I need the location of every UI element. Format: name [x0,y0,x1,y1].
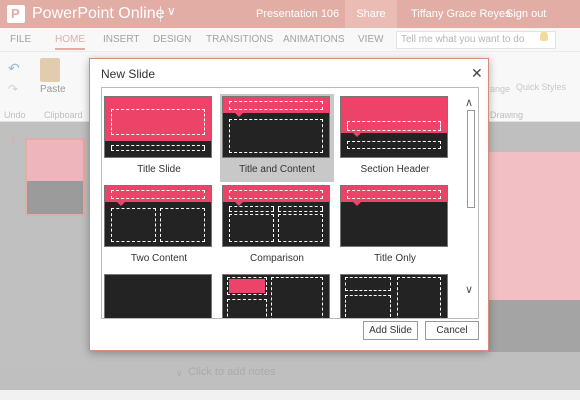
caption-title-placeholder [227,277,267,295]
scroll-down-icon[interactable]: ∨ [465,283,473,296]
title-placeholder [229,101,323,110]
right-heading-placeholder [278,206,323,212]
right-content-placeholder [160,208,205,242]
layout-two-content[interactable]: Two Content [102,183,216,271]
left-content-placeholder [111,208,156,242]
layout-thumbnail [340,274,448,318]
layout-name: Two Content [130,253,188,264]
layout-thumbnail [222,185,330,247]
layout-name: Section Header [360,164,430,175]
layout-content-with-caption[interactable] [220,272,334,318]
caption-text-placeholder [227,299,267,318]
layout-thumbnail [104,274,212,318]
cancel-button[interactable]: Cancel [425,321,479,340]
layout-name: Title Only [374,253,416,264]
caption-title-placeholder [345,277,391,291]
layout-gallery[interactable]: Title Slide Title and Content Section He… [101,87,479,319]
layout-name: Comparison [250,253,304,264]
left-heading-placeholder [229,206,274,212]
title-placeholder [347,121,441,131]
text-placeholder [347,141,441,149]
layout-title-slide[interactable]: Title Slide [102,94,216,182]
layout-picture-with-caption[interactable] [338,272,452,318]
title-notch [353,133,361,137]
caption-text-placeholder [345,295,391,318]
title-placeholder [347,190,441,199]
add-slide-button[interactable]: Add Slide [363,321,418,340]
layout-section-header[interactable]: Section Header [338,94,452,182]
gallery-scrollbar-thumb[interactable] [467,110,475,208]
layout-thumbnail [104,185,212,247]
layout-blank[interactable] [102,272,216,318]
layout-title-only[interactable]: Title Only [338,183,452,271]
title-placeholder [229,190,323,199]
right-content-placeholder [278,214,323,242]
left-content-placeholder [229,214,274,242]
title-placeholder [111,109,205,135]
layout-thumbnail [340,185,448,247]
layout-thumbnail [222,96,330,158]
title-notch [235,113,243,117]
layout-thumbnail [222,274,330,318]
close-icon[interactable]: ✕ [471,65,483,82]
title-notch [353,202,361,206]
layout-thumbnail [104,96,212,158]
title-placeholder [111,190,205,199]
content-placeholder [271,277,323,318]
layout-name: Title and Content [239,164,315,175]
layout-name: Title Slide [137,164,181,175]
scroll-up-icon[interactable]: ∧ [465,96,473,109]
layout-comparison[interactable]: Comparison [220,183,334,271]
picture-placeholder [397,277,441,318]
dialog-title: New Slide [101,67,156,81]
layout-title-and-content[interactable]: Title and Content [220,94,334,182]
content-placeholder [229,119,323,153]
title-notch [117,202,125,206]
new-slide-dialog: New Slide ✕ Title Slide Title and Conten… [89,58,489,351]
subtitle-placeholder [111,145,205,151]
layout-thumbnail [340,96,448,158]
